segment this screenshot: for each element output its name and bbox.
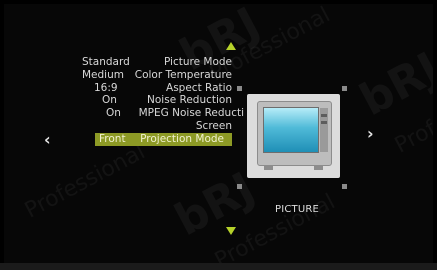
- menu-item-noise-reduction[interactable]: Noise Reduction On: [80, 94, 240, 107]
- menu-item-screen[interactable]: Screen: [80, 120, 240, 133]
- watermark-text: Professional: [20, 139, 150, 224]
- tv-foot: [314, 165, 323, 170]
- menu-item-label: Projection Mode: [140, 132, 224, 145]
- menu-item-label: Screen: [195, 119, 232, 132]
- frame-corner-marker: [342, 184, 347, 189]
- menu-item-mpeg-noise-reduction[interactable]: MPEG Noise Reducti On: [80, 107, 244, 120]
- menu-item-value: Front: [99, 132, 126, 145]
- menu-item-label: Noise Reduction: [147, 94, 232, 107]
- nav-right-arrow-icon[interactable]: ›: [367, 126, 374, 142]
- nav-left-arrow-icon[interactable]: ‹: [44, 132, 51, 148]
- tv-foot: [264, 165, 273, 170]
- scroll-down-arrow-icon[interactable]: [226, 227, 236, 235]
- bottom-bar: [0, 263, 437, 270]
- frame-corner-marker: [237, 86, 242, 91]
- picture-preview-tile: [247, 94, 340, 178]
- menu-item-projection-mode[interactable]: Projection Mode Front: [95, 132, 232, 146]
- menu-item-label: MPEG Noise Reducti: [138, 107, 244, 120]
- frame-corner-marker: [237, 184, 242, 189]
- menu-item-value: 16:9: [94, 81, 118, 94]
- menu-item-aspect-ratio[interactable]: Aspect Ratio 16:9: [80, 82, 240, 95]
- menu-item-value: Standard: [82, 56, 130, 68]
- preview-title: PICTURE: [274, 204, 320, 215]
- tv-knob: [321, 121, 327, 124]
- menu-item-color-temperature[interactable]: Color Temperature Medium: [80, 69, 240, 82]
- menu-item-picture-mode[interactable]: Picture Mode Standard: [80, 56, 240, 69]
- menu-item-value: On: [106, 107, 121, 120]
- tv-knob: [321, 114, 327, 117]
- menu-item-label: Color Temperature: [134, 68, 232, 81]
- menu-item-value: On: [102, 94, 117, 107]
- menu-item-label: Picture Mode: [163, 56, 232, 68]
- picture-menu-list: Picture Mode Standard Color Temperature …: [80, 56, 244, 146]
- watermark-logo: bRJ: [351, 42, 433, 127]
- frame-corner-marker: [342, 86, 347, 91]
- tv-screen-graphic: [263, 107, 319, 153]
- menu-item-label: Aspect Ratio: [166, 81, 232, 94]
- scroll-up-arrow-icon[interactable]: [226, 42, 236, 50]
- menu-item-value: Medium: [82, 68, 124, 81]
- tv-control-panel: [320, 108, 328, 152]
- tv-icon: [257, 101, 332, 166]
